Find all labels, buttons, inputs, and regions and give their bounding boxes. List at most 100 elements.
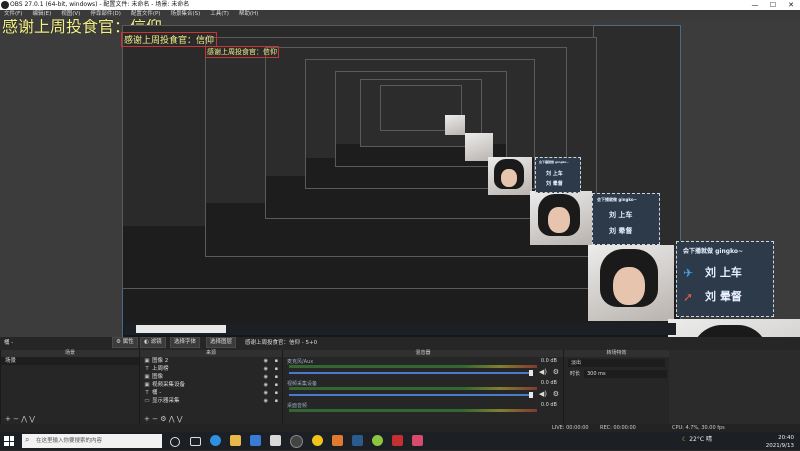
cpu-fps: CPU: 4.7%, 30.00 fps <box>672 425 725 431</box>
source-item[interactable]: ▣ 视频采集设备 ◉ ▪ <box>140 381 282 389</box>
menu-help[interactable]: 帮助(H) <box>239 10 258 19</box>
menu-file[interactable]: 文件(F) <box>4 10 22 19</box>
menu-docks[interactable]: 停靠部件(D) <box>90 10 121 19</box>
obs-logo-icon <box>1 1 9 9</box>
lock-icon[interactable]: ▪ <box>275 357 278 365</box>
taskbar-search-input[interactable]: 在这里输入你要搜索的内容 <box>22 434 162 448</box>
add-source-button[interactable]: + <box>144 415 150 423</box>
file-explorer-icon[interactable] <box>230 435 241 446</box>
nested-taskbar <box>124 323 676 335</box>
speaker-icon[interactable]: ◀) <box>539 368 547 376</box>
preview-banner-copy-2: 感谢上周投食官：信仰 <box>205 46 279 58</box>
lock-icon[interactable]: ▪ <box>275 373 278 381</box>
filters-button[interactable]: ◐ 滤镜 <box>140 337 166 348</box>
select-layer-button[interactable]: 选择图层 <box>206 337 237 348</box>
maximize-button[interactable]: ☐ <box>764 0 782 10</box>
selected-source-label: 桶 - <box>4 340 14 346</box>
speaker-icon[interactable]: ◀) <box>539 390 547 398</box>
menu-profile[interactable]: 配置文件(P) <box>131 10 161 19</box>
add-scene-button[interactable]: + <box>5 415 11 423</box>
lock-icon[interactable]: ▪ <box>275 365 278 373</box>
move-up-button[interactable]: ⋀ <box>21 415 27 423</box>
text-icon: T <box>145 366 149 372</box>
scenes-panel: 场景 场景 + − ⋀ ⋁ <box>0 350 139 424</box>
volume-slider-handle[interactable] <box>529 370 533 376</box>
image-icon: ▣ <box>144 358 150 364</box>
clock[interactable]: 20:40 2021/9/13 <box>754 434 794 450</box>
source-item[interactable]: ▣ 图像 ◉ ▪ <box>140 373 282 381</box>
volume-slider-handle[interactable] <box>529 392 533 398</box>
menu-edit[interactable]: 编辑(E) <box>32 10 51 19</box>
app-icon[interactable] <box>270 435 281 446</box>
store-icon[interactable] <box>250 435 261 446</box>
remove-scene-button[interactable]: − <box>13 415 19 423</box>
rec-timer: REC: 00:00:00 <box>600 425 636 431</box>
volume-slider[interactable] <box>289 394 533 396</box>
search-icon: ⌕ <box>25 435 30 444</box>
mixer-track: 桌面音频 0.0 dB <box>283 401 563 419</box>
sticker-overlay: 会下播就做 gingko~ 刘 上车 刘 晕督 <box>592 193 660 245</box>
lock-icon[interactable]: ▪ <box>275 397 278 405</box>
lock-icon[interactable]: ▪ <box>275 389 278 397</box>
menu-view[interactable]: 视图(V) <box>61 10 80 19</box>
mixer-track-name: 视频采集设备 <box>287 381 318 387</box>
app-icon[interactable] <box>312 435 323 446</box>
camera-icon: ▣ <box>144 382 150 388</box>
close-button[interactable]: ✕ <box>782 0 800 10</box>
visibility-eye-icon[interactable]: ◉ <box>264 381 268 389</box>
task-view-icon[interactable] <box>190 437 201 446</box>
remove-source-button[interactable]: − <box>152 415 158 423</box>
audio-mixer-panel: 混音器 麦克风/Aux 0.0 dB ◀) ⚙ 视频采集设备 0.0 dB ◀)… <box>282 350 563 424</box>
context-scene-text: 感谢上周投食官：信仰 - 5+0 <box>245 340 318 346</box>
volume-slider[interactable] <box>289 372 533 374</box>
source-item[interactable]: T桶 - ◉ ▪ <box>140 389 282 397</box>
app-icon[interactable] <box>372 435 383 446</box>
moon-icon: ☾ <box>681 436 688 443</box>
source-item[interactable]: T 上周榜 ◉ ▪ <box>140 365 282 373</box>
visibility-eye-icon[interactable]: ◉ <box>264 389 268 397</box>
lock-icon[interactable]: ▪ <box>275 381 278 389</box>
app-icon[interactable] <box>332 435 343 446</box>
visibility-eye-icon[interactable]: ◉ <box>264 365 268 373</box>
steam-icon[interactable] <box>352 435 363 446</box>
sources-toolbar: + − ⚙ ⋀ ⋁ <box>140 415 282 424</box>
source-item[interactable]: ▣ 图像 2 ◉ ▪ <box>140 357 282 365</box>
preview-canvas[interactable]: 感谢上周投食官：信仰 感谢上周投食官：信仰 感谢上周投食官：信仰 <box>0 19 800 337</box>
move-down-button[interactable]: ⋁ <box>29 415 35 423</box>
mixer-header: 混音器 <box>283 350 563 357</box>
source-item[interactable]: ▭ 显示器采集 ◉ ▪ <box>140 397 282 405</box>
select-font-button[interactable]: 选择字体 <box>170 337 201 348</box>
transition-select[interactable]: 淡出 <box>568 359 665 367</box>
menu-tools[interactable]: 工具(T) <box>210 10 229 19</box>
windows-start-icon[interactable] <box>4 436 14 446</box>
obs-taskbar-icon[interactable] <box>290 435 303 448</box>
preview-banner-copy: 感谢上周投食官：信仰 <box>121 32 218 47</box>
duration-input[interactable]: 300 ms <box>584 370 667 378</box>
app-icon[interactable] <box>392 435 403 446</box>
edge-browser-icon[interactable] <box>210 435 221 446</box>
weather-widget[interactable]: ☾ 22°C 晴 <box>682 436 712 444</box>
menu-scene-collection[interactable]: 场景集合(S) <box>170 10 200 19</box>
gear-icon[interactable]: ⚙ <box>553 368 559 376</box>
airplane-icon: ✈ <box>683 266 694 280</box>
source-properties-button[interactable]: ⚙ <box>160 415 166 423</box>
rocket-icon: ➚ <box>683 290 694 304</box>
visibility-eye-icon[interactable]: ◉ <box>264 373 268 381</box>
window-title: OBS 27.0.1 (64-bit, windows) - 配置文件: 未命名… <box>10 1 190 8</box>
visibility-eye-icon[interactable]: ◉ <box>264 357 268 365</box>
app-icon[interactable] <box>412 435 423 446</box>
move-down-button[interactable]: ⋁ <box>177 415 183 423</box>
cortana-icon[interactable] <box>170 437 180 447</box>
visibility-eye-icon[interactable]: ◉ <box>264 397 268 405</box>
properties-button[interactable]: ⚙ 属性 <box>112 337 138 348</box>
status-bar: LIVE: 00:00:00 REC: 00:00:00 CPU: 4.7%, … <box>0 424 800 432</box>
volume-meter <box>289 387 537 390</box>
volume-meter <box>289 409 537 412</box>
text-icon: T <box>145 390 149 396</box>
minimize-button[interactable]: — <box>746 0 764 10</box>
gear-icon[interactable]: ⚙ <box>553 390 559 398</box>
scene-item[interactable]: 场景 <box>1 357 139 365</box>
move-up-button[interactable]: ⋀ <box>169 415 175 423</box>
mixer-track-name: 桌面音频 <box>287 403 308 409</box>
webcam-feed-tile <box>488 157 532 195</box>
